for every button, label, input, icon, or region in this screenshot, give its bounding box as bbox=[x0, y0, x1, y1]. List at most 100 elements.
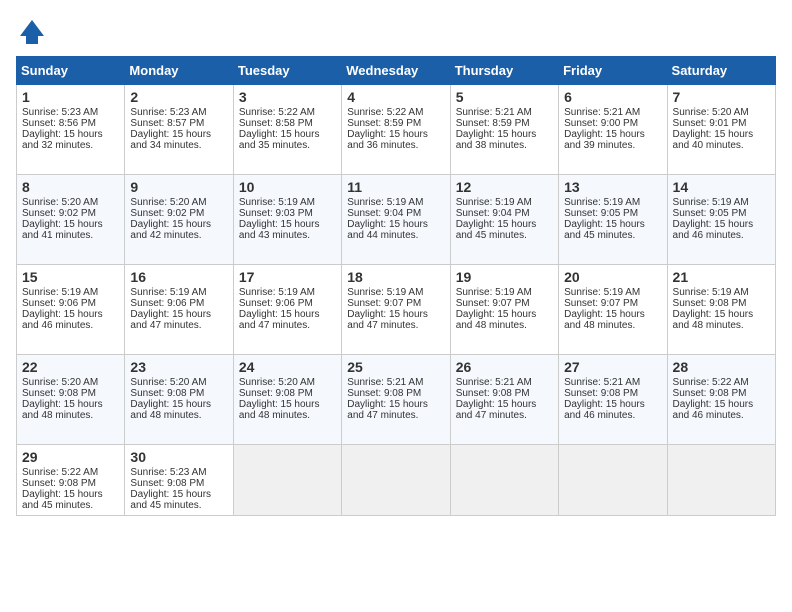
calendar-cell bbox=[233, 445, 341, 516]
sunset: Sunset: 8:56 PM bbox=[22, 118, 96, 129]
daylight: Daylight: 15 hours and 48 minutes. bbox=[22, 399, 103, 421]
daylight: Daylight: 15 hours and 32 minutes. bbox=[22, 129, 103, 151]
calendar-cell: 19Sunrise: 5:19 AMSunset: 9:07 PMDayligh… bbox=[450, 265, 558, 355]
calendar-cell bbox=[667, 445, 775, 516]
sunrise: Sunrise: 5:21 AM bbox=[564, 107, 640, 118]
calendar-cell: 29Sunrise: 5:22 AMSunset: 9:08 PMDayligh… bbox=[17, 445, 125, 516]
day-number: 22 bbox=[22, 359, 119, 375]
day-number: 24 bbox=[239, 359, 336, 375]
calendar-cell: 30Sunrise: 5:23 AMSunset: 9:08 PMDayligh… bbox=[125, 445, 233, 516]
sunrise: Sunrise: 5:22 AM bbox=[239, 107, 315, 118]
daylight: Daylight: 15 hours and 48 minutes. bbox=[239, 399, 320, 421]
sunrise: Sunrise: 5:19 AM bbox=[673, 287, 749, 298]
day-number: 13 bbox=[564, 179, 661, 195]
header-row: SundayMondayTuesdayWednesdayThursdayFrid… bbox=[17, 57, 776, 85]
sunrise: Sunrise: 5:21 AM bbox=[347, 377, 423, 388]
daylight: Daylight: 15 hours and 48 minutes. bbox=[130, 399, 211, 421]
calendar-cell: 3 Sunrise: 5:22 AMSunset: 8:58 PMDaylight… bbox=[233, 85, 341, 175]
sunrise: Sunrise: 5:20 AM bbox=[22, 197, 98, 208]
sunset: Sunset: 9:04 PM bbox=[347, 208, 421, 219]
sunrise: Sunrise: 5:23 AM bbox=[130, 467, 206, 478]
day-number: 28 bbox=[673, 359, 770, 375]
calendar-cell bbox=[450, 445, 558, 516]
day-number: 2 bbox=[130, 89, 227, 105]
header-cell-tuesday: Tuesday bbox=[233, 57, 341, 85]
sunset: Sunset: 9:06 PM bbox=[239, 298, 313, 309]
daylight: Daylight: 15 hours and 41 minutes. bbox=[22, 219, 103, 241]
sunset: Sunset: 9:07 PM bbox=[456, 298, 530, 309]
sunset: Sunset: 9:07 PM bbox=[347, 298, 421, 309]
day-number: 9 bbox=[130, 179, 227, 195]
daylight: Daylight: 15 hours and 45 minutes. bbox=[130, 489, 211, 511]
sunrise: Sunrise: 5:20 AM bbox=[130, 377, 206, 388]
day-number: 10 bbox=[239, 179, 336, 195]
sunset: Sunset: 8:58 PM bbox=[239, 118, 313, 129]
day-number: 4 bbox=[347, 89, 444, 105]
sunrise: Sunrise: 5:19 AM bbox=[347, 287, 423, 298]
calendar-cell: 9Sunrise: 5:20 AMSunset: 9:02 PMDaylight… bbox=[125, 175, 233, 265]
sunrise: Sunrise: 5:21 AM bbox=[456, 107, 532, 118]
sunrise: Sunrise: 5:19 AM bbox=[239, 287, 315, 298]
daylight: Daylight: 15 hours and 42 minutes. bbox=[130, 219, 211, 241]
sunrise: Sunrise: 5:19 AM bbox=[456, 287, 532, 298]
day-number: 8 bbox=[22, 179, 119, 195]
sunset: Sunset: 9:07 PM bbox=[564, 298, 638, 309]
header-cell-saturday: Saturday bbox=[667, 57, 775, 85]
calendar-cell: 27Sunrise: 5:21 AMSunset: 9:08 PMDayligh… bbox=[559, 355, 667, 445]
calendar-cell bbox=[342, 445, 450, 516]
sunset: Sunset: 9:08 PM bbox=[564, 388, 638, 399]
sunset: Sunset: 9:08 PM bbox=[673, 388, 747, 399]
calendar-week-3: 15Sunrise: 5:19 AMSunset: 9:06 PMDayligh… bbox=[17, 265, 776, 355]
day-number: 3 bbox=[239, 89, 336, 105]
calendar-cell: 2Sunrise: 5:23 AMSunset: 8:57 PMDaylight… bbox=[125, 85, 233, 175]
sunset: Sunset: 8:59 PM bbox=[347, 118, 421, 129]
sunset: Sunset: 9:03 PM bbox=[239, 208, 313, 219]
sunset: Sunset: 9:08 PM bbox=[456, 388, 530, 399]
calendar-cell: 17Sunrise: 5:19 AMSunset: 9:06 PMDayligh… bbox=[233, 265, 341, 355]
sunrise: Sunrise: 5:19 AM bbox=[564, 197, 640, 208]
daylight: Daylight: 15 hours and 47 minutes. bbox=[130, 309, 211, 331]
calendar-week-4: 22Sunrise: 5:20 AMSunset: 9:08 PMDayligh… bbox=[17, 355, 776, 445]
sunrise: Sunrise: 5:21 AM bbox=[564, 377, 640, 388]
sunset: Sunset: 9:08 PM bbox=[22, 388, 96, 399]
calendar-cell: 28Sunrise: 5:22 AMSunset: 9:08 PMDayligh… bbox=[667, 355, 775, 445]
logo bbox=[16, 16, 52, 48]
calendar-week-1: 1Sunrise: 5:23 AMSunset: 8:56 PMDaylight… bbox=[17, 85, 776, 175]
daylight: Daylight: 15 hours and 35 minutes. bbox=[239, 129, 320, 151]
header-cell-friday: Friday bbox=[559, 57, 667, 85]
calendar-cell: 4Sunrise: 5:22 AMSunset: 8:59 PMDaylight… bbox=[342, 85, 450, 175]
daylight: Daylight: 15 hours and 48 minutes. bbox=[564, 309, 645, 331]
sunrise: Sunrise: 5:20 AM bbox=[239, 377, 315, 388]
sunrise: Sunrise: 5:22 AM bbox=[347, 107, 423, 118]
calendar-cell: 10Sunrise: 5:19 AMSunset: 9:03 PMDayligh… bbox=[233, 175, 341, 265]
calendar-cell: 7Sunrise: 5:20 AMSunset: 9:01 PMDaylight… bbox=[667, 85, 775, 175]
calendar-cell: 1Sunrise: 5:23 AMSunset: 8:56 PMDaylight… bbox=[17, 85, 125, 175]
day-number: 6 bbox=[564, 89, 661, 105]
sunset: Sunset: 9:00 PM bbox=[564, 118, 638, 129]
day-number: 30 bbox=[130, 449, 227, 465]
sunrise: Sunrise: 5:19 AM bbox=[130, 287, 206, 298]
calendar-cell: 20Sunrise: 5:19 AMSunset: 9:07 PMDayligh… bbox=[559, 265, 667, 355]
day-number: 16 bbox=[130, 269, 227, 285]
sunrise: Sunrise: 5:23 AM bbox=[130, 107, 206, 118]
day-number: 7 bbox=[673, 89, 770, 105]
calendar-cell: 12Sunrise: 5:19 AMSunset: 9:04 PMDayligh… bbox=[450, 175, 558, 265]
sunset: Sunset: 9:06 PM bbox=[22, 298, 96, 309]
calendar-cell: 21Sunrise: 5:19 AMSunset: 9:08 PMDayligh… bbox=[667, 265, 775, 355]
sunset: Sunset: 9:05 PM bbox=[564, 208, 638, 219]
daylight: Daylight: 15 hours and 47 minutes. bbox=[347, 309, 428, 331]
daylight: Daylight: 15 hours and 48 minutes. bbox=[456, 309, 537, 331]
sunset: Sunset: 9:01 PM bbox=[673, 118, 747, 129]
header-cell-wednesday: Wednesday bbox=[342, 57, 450, 85]
day-number: 25 bbox=[347, 359, 444, 375]
calendar-cell: 25 Sunrise: 5:21 AMSunset: 9:08 PMDayligh… bbox=[342, 355, 450, 445]
daylight: Daylight: 15 hours and 47 minutes. bbox=[239, 309, 320, 331]
daylight: Daylight: 15 hours and 47 minutes. bbox=[347, 399, 428, 421]
daylight: Daylight: 15 hours and 48 minutes. bbox=[673, 309, 754, 331]
calendar-cell: 23Sunrise: 5:20 AMSunset: 9:08 PMDayligh… bbox=[125, 355, 233, 445]
sunrise: Sunrise: 5:22 AM bbox=[673, 377, 749, 388]
daylight: Daylight: 15 hours and 45 minutes. bbox=[564, 219, 645, 241]
calendar-cell: 5Sunrise: 5:21 AMSunset: 8:59 PMDaylight… bbox=[450, 85, 558, 175]
sunrise: Sunrise: 5:19 AM bbox=[239, 197, 315, 208]
sunset: Sunset: 9:08 PM bbox=[347, 388, 421, 399]
